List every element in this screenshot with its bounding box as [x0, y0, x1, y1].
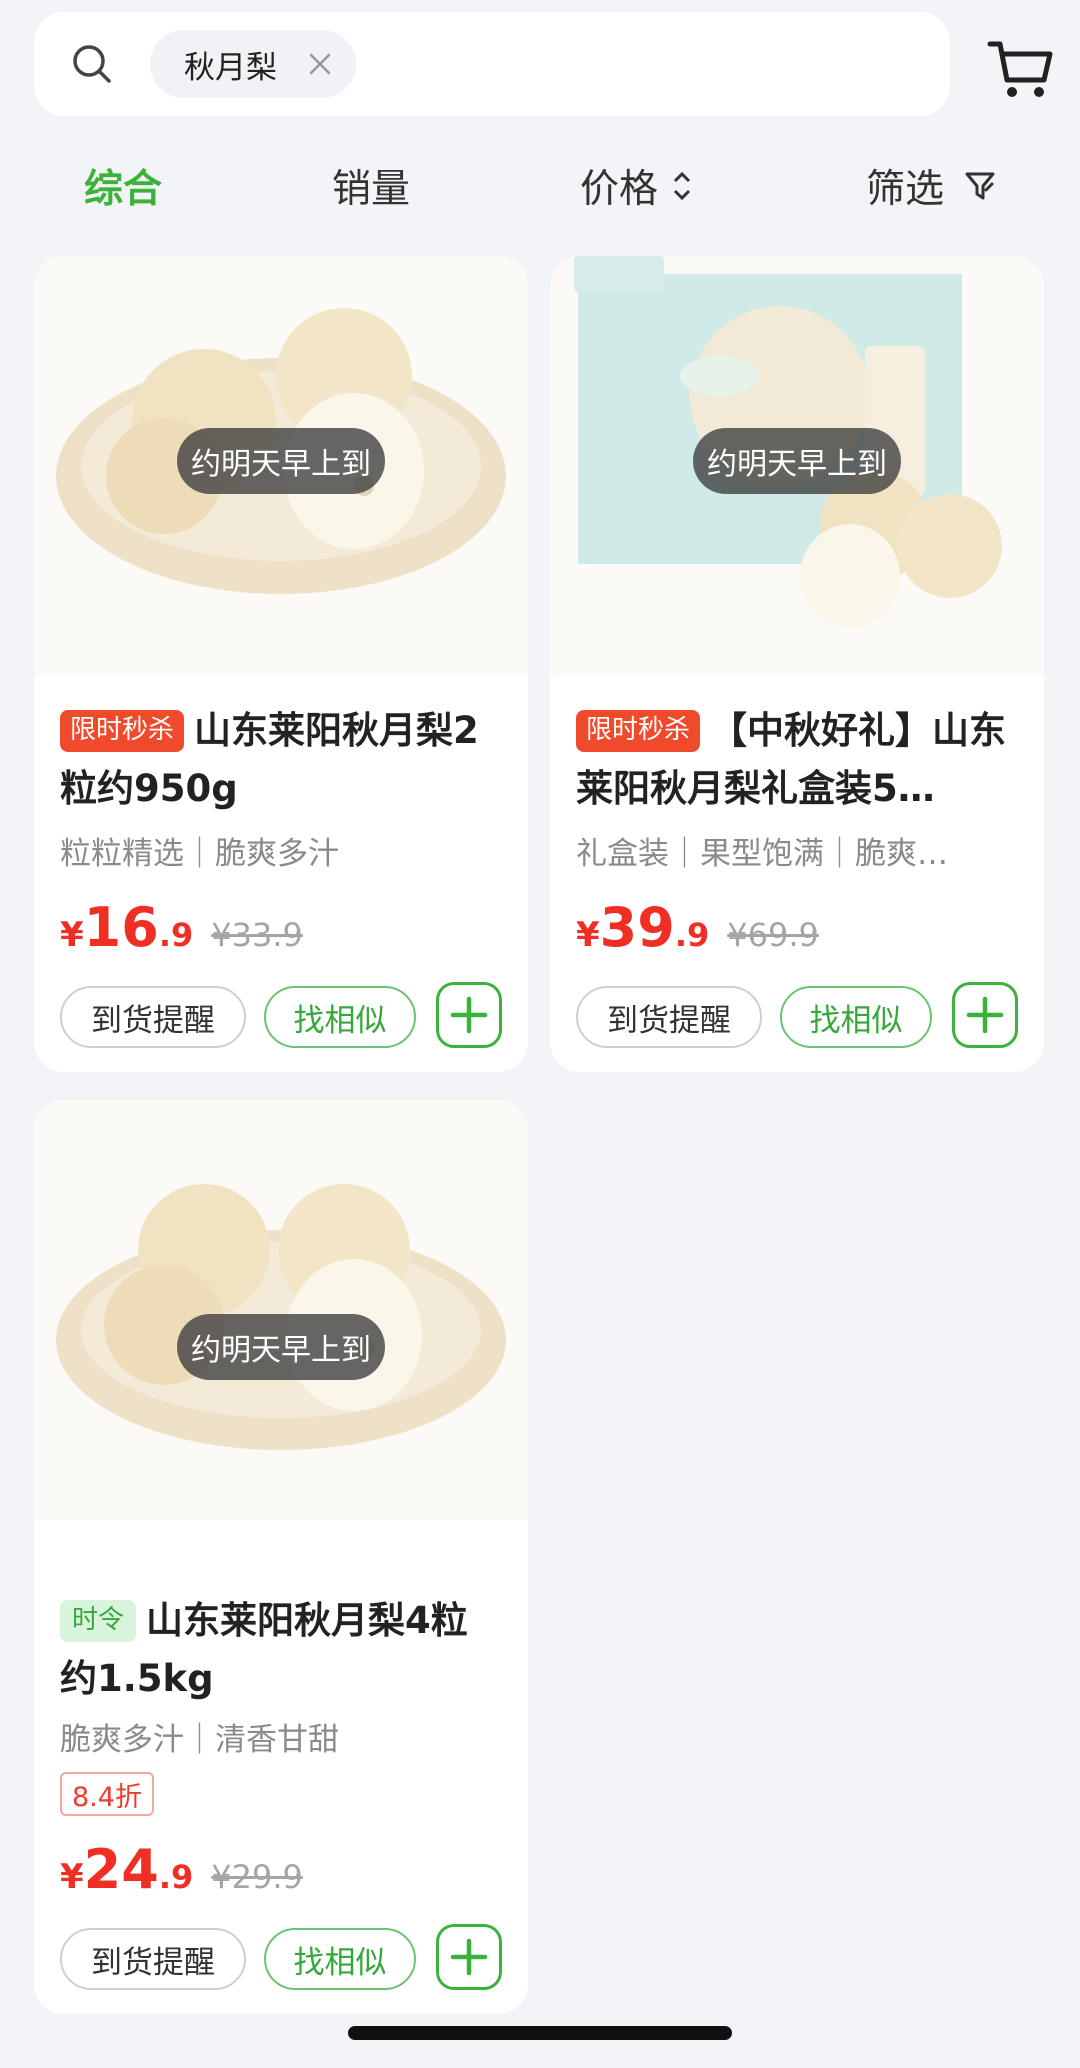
- filter-icon: [965, 172, 995, 200]
- search-box[interactable]: 秋月梨: [34, 12, 950, 116]
- home-indicator[interactable]: [348, 2026, 732, 2040]
- currency-symbol: ¥: [60, 915, 84, 955]
- price-row: ¥ 16 .9 ¥33.9: [60, 896, 303, 959]
- product-image[interactable]: 约明天早上到: [34, 256, 528, 676]
- pear-plate-image: [34, 1100, 528, 1520]
- product-subtitle: 粒粒精选｜脆爽多汁: [60, 836, 339, 872]
- search-query-text: 秋月梨: [184, 49, 277, 86]
- sort-tab-label: 销量: [332, 167, 411, 212]
- price-row: ¥ 24 .9 ¥29.9: [60, 1838, 303, 1901]
- original-price: ¥33.9: [211, 916, 303, 954]
- seasonal-tag: 时令: [60, 1600, 137, 1642]
- eta-badge: 约明天早上到: [177, 428, 385, 494]
- sort-bar: 综合 销量 价格 筛选: [0, 140, 1080, 230]
- plus-icon: [450, 996, 488, 1034]
- currency-symbol: ¥: [576, 915, 600, 955]
- price-integer: 16: [83, 896, 159, 959]
- sort-tab-label: 筛选: [866, 167, 945, 212]
- sort-tab-comprehensive[interactable]: 综合: [84, 158, 162, 214]
- add-to-cart-button[interactable]: [436, 982, 502, 1048]
- eta-badge: 约明天早上到: [693, 428, 901, 494]
- product-title[interactable]: 限时秒杀 【中秋好礼】山东莱阳秋月梨礼盒装5…: [576, 702, 1016, 818]
- add-to-cart-button[interactable]: [952, 982, 1018, 1048]
- sort-tab-filter[interactable]: 筛选: [866, 158, 998, 214]
- find-similar-button[interactable]: 找相似: [780, 986, 932, 1048]
- price-integer: 39: [599, 896, 675, 959]
- flash-sale-tag: 限时秒杀: [60, 710, 185, 752]
- discount-badge: 8.4折: [60, 1772, 154, 1816]
- product-subtitle: 脆爽多汁｜清香甘甜: [60, 1722, 339, 1758]
- search-icon: [73, 45, 111, 83]
- arrival-reminder-button[interactable]: 到货提醒: [60, 1928, 246, 1990]
- find-similar-button[interactable]: 找相似: [264, 986, 416, 1048]
- price-row: ¥ 39 .9 ¥69.9: [576, 896, 819, 959]
- product-subtitle: 礼盒装｜果型饱满｜脆爽…: [576, 836, 948, 872]
- price-decimal: .9: [674, 916, 710, 954]
- find-similar-button[interactable]: 找相似: [264, 1928, 416, 1990]
- product-title[interactable]: 限时秒杀 山东莱阳秋月梨2粒约950g: [60, 702, 500, 818]
- product-card[interactable]: 约明天早上到 时令 山东莱阳秋月梨4粒约1.5kg 脆爽多汁｜清香甘甜 8.4折 …: [34, 1100, 528, 2014]
- eta-badge: 约明天早上到: [177, 1314, 385, 1380]
- close-icon[interactable]: [306, 50, 334, 78]
- arrival-reminder-button[interactable]: 到货提醒: [60, 986, 246, 1048]
- product-card[interactable]: 约明天早上到 限时秒杀 【中秋好礼】山东莱阳秋月梨礼盒装5… 礼盒装｜果型饱满｜脆…: [550, 256, 1044, 1072]
- currency-symbol: ¥: [60, 1857, 84, 1897]
- original-price: ¥69.9: [727, 916, 819, 954]
- original-price: ¥29.9: [211, 1858, 303, 1896]
- arrival-reminder-button[interactable]: 到货提醒: [576, 986, 762, 1048]
- sort-tab-label: 价格: [580, 167, 659, 212]
- search-query-chip[interactable]: 秋月梨: [150, 30, 356, 98]
- sort-tab-price[interactable]: 价格: [580, 158, 694, 214]
- plus-icon: [450, 1938, 488, 1976]
- sort-arrows-icon: [673, 171, 691, 201]
- add-to-cart-button[interactable]: [436, 1924, 502, 1990]
- price-integer: 24: [83, 1838, 159, 1901]
- sort-tab-sales[interactable]: 销量: [332, 158, 410, 214]
- cart-icon[interactable]: [986, 34, 1056, 104]
- product-card[interactable]: 约明天早上到 限时秒杀 山东莱阳秋月梨2粒约950g 粒粒精选｜脆爽多汁 ¥ 16…: [34, 256, 528, 1072]
- plus-icon: [966, 996, 1004, 1034]
- flash-sale-tag: 限时秒杀: [576, 710, 701, 752]
- product-title[interactable]: 时令 山东莱阳秋月梨4粒约1.5kg: [60, 1592, 500, 1708]
- product-image[interactable]: 约明天早上到: [34, 1100, 528, 1520]
- price-decimal: .9: [158, 1858, 194, 1896]
- price-decimal: .9: [158, 916, 194, 954]
- product-image[interactable]: 约明天早上到: [550, 256, 1044, 676]
- search-row: 秋月梨: [34, 12, 1053, 116]
- sort-tab-label: 综合: [84, 167, 163, 212]
